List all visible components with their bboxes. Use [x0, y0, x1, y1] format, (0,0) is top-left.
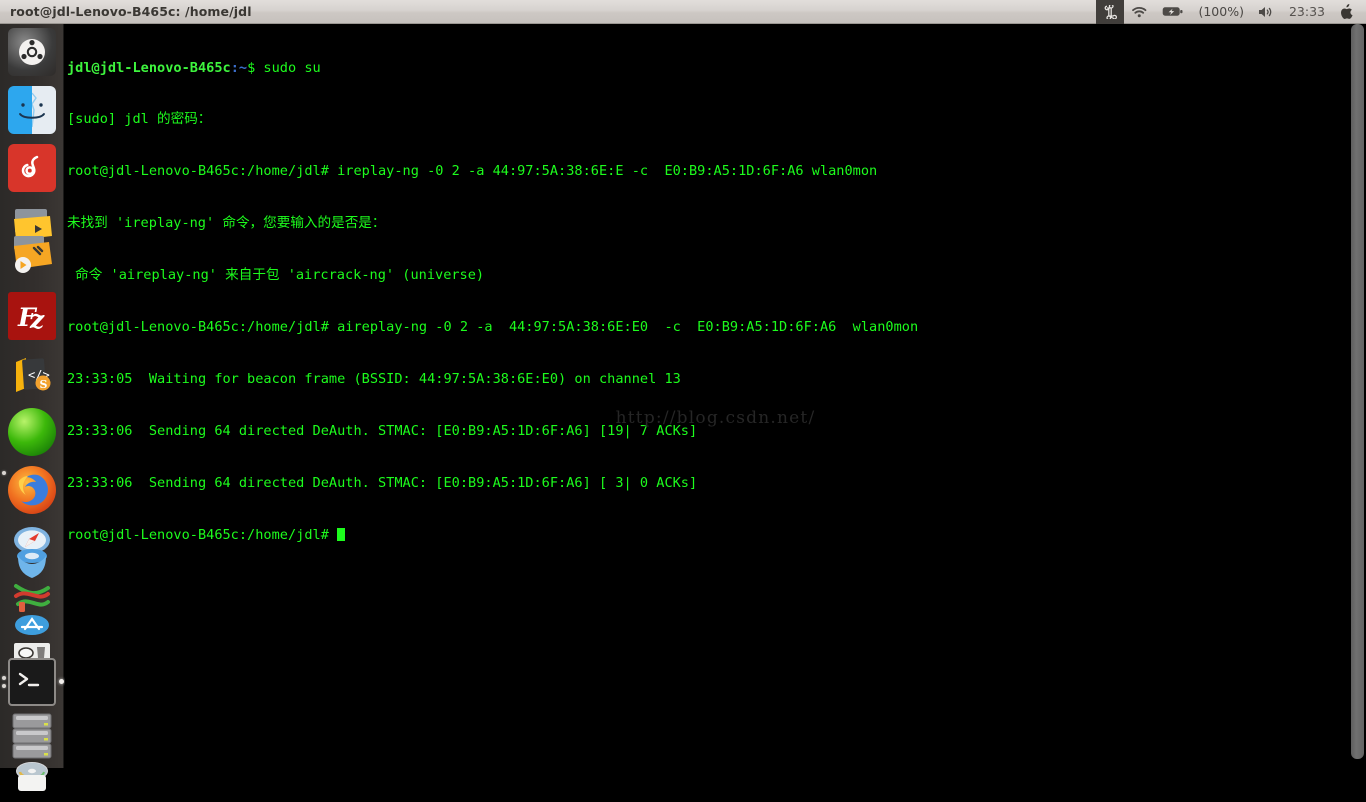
terminal-line: 命令 'aireplay-ng' 来自于包 'aircrack-ng' (uni…	[67, 267, 485, 284]
clock-label: 23:33	[1288, 4, 1325, 19]
battery-percent: (100%)	[1191, 0, 1251, 24]
launcher-item-firefox[interactable]	[8, 466, 56, 514]
focused-indicator-terminal	[58, 679, 64, 684]
keyboard-layout-indicator[interactable]	[1096, 0, 1125, 24]
terminal-output: jdl@jdl-Lenovo-B465c:~$ sudo su [sudo] j…	[67, 25, 1352, 579]
launcher-item-filezilla[interactable]: F z	[8, 292, 56, 340]
launcher-item-files[interactable]	[8, 86, 56, 134]
watermark-text: http://blog.csdn.net/	[615, 408, 816, 428]
wifi-icon	[1132, 6, 1147, 17]
text-cursor	[337, 527, 346, 541]
terminal-line: [sudo] jdl 的密码：	[67, 111, 212, 128]
terminal-line: 23:33:05 Waiting for beacon frame (BSSID…	[67, 370, 681, 387]
shell-prompt-current: root@jdl-Lenovo-B465c:/home/jdl#	[67, 526, 338, 543]
terminal-line: root@jdl-Lenovo-B465c:/home/jdl#	[67, 527, 1352, 544]
system-tray: (100%) 23:33	[1096, 0, 1366, 24]
launcher-item-cd-drive[interactable]	[8, 754, 56, 802]
clock[interactable]: 23:33	[1282, 0, 1332, 24]
ubuntu-dash-icon	[19, 39, 45, 65]
terminal-scrollbar[interactable]	[1351, 24, 1364, 768]
terminal-line: 未找到 'ireplay-ng' 命令，您要输入的是否是：	[67, 215, 386, 232]
shell-prompt-path: :~	[230, 59, 248, 76]
launcher-item-green-sphere[interactable]	[8, 408, 56, 456]
window-title: root@jdl-Lenovo-B465c: /home/jdl	[10, 4, 252, 19]
netease-music-icon	[21, 155, 39, 178]
battery-percent-label: (100%)	[1198, 4, 1244, 19]
svg-text:S: S	[40, 378, 48, 391]
battery-charging-icon	[1163, 7, 1183, 16]
shell-prompt-user: jdl@jdl-Lenovo-B465c	[67, 59, 231, 76]
firefox-icon	[18, 474, 48, 506]
command-keyboard-icon	[1105, 4, 1118, 19]
running-indicator-terminal-2	[1, 684, 6, 688]
launcher-item-sublime-text[interactable]: </> S	[8, 350, 56, 398]
terminal-line: jdl@jdl-Lenovo-B465c:~$ sudo su	[67, 60, 1352, 77]
unity-launcher[interactable]: F z </> S	[0, 24, 64, 791]
terminal-window[interactable]: jdl@jdl-Lenovo-B465c:~$ sudo su [sudo] j…	[65, 24, 1366, 768]
shell-command: $ sudo su	[247, 59, 321, 76]
running-indicator-firefox	[1, 471, 6, 475]
terminal-line: root@jdl-Lenovo-B465c:/home/jdl# airepla…	[67, 319, 919, 336]
cd-drive-icon	[16, 762, 48, 791]
finder-face-icon	[19, 92, 45, 128]
filezilla-icon: F z	[17, 303, 45, 334]
top-panel: root@jdl-Lenovo-B465c: /home/jdl (100%) …	[0, 0, 1366, 24]
session-menu[interactable]	[1332, 0, 1360, 24]
speaker-volume-icon	[1258, 6, 1272, 17]
scrollbar-thumb[interactable]	[1351, 24, 1364, 759]
launcher-item-terminal[interactable]	[8, 658, 56, 706]
wifi-indicator[interactable]	[1124, 0, 1155, 24]
svg-text:z: z	[29, 305, 45, 334]
terminal-prompt-icon	[18, 672, 40, 687]
video-editor-icon	[14, 236, 52, 273]
running-indicator-terminal-1	[1, 676, 6, 680]
terminal-line: root@jdl-Lenovo-B465c:/home/jdl# ireplay…	[67, 163, 878, 180]
launcher-item-video-editor[interactable]	[8, 234, 56, 282]
volume-indicator[interactable]	[1251, 0, 1282, 24]
sublime-text-icon: </> S	[16, 358, 51, 392]
battery-indicator[interactable]	[1155, 0, 1191, 24]
apple-logo-icon	[1341, 3, 1353, 19]
launcher-item-netease-music[interactable]	[8, 144, 56, 192]
launcher-item-ubuntu-dash[interactable]	[8, 28, 56, 76]
terminal-line: 23:33:06 Sending 64 directed DeAuth. STM…	[67, 474, 698, 491]
